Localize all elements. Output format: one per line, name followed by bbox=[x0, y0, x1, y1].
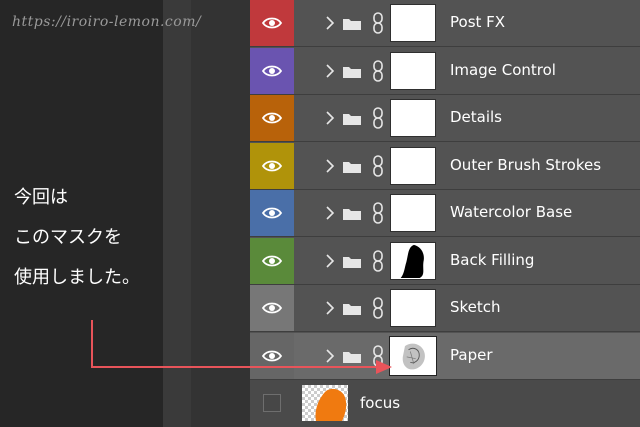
mask-thumbnail[interactable] bbox=[390, 289, 436, 327]
folder-icon bbox=[342, 349, 362, 363]
visibility-checkbox[interactable] bbox=[263, 394, 281, 412]
layer-color-tag[interactable] bbox=[250, 0, 294, 46]
layer-row-focus[interactable]: focus bbox=[250, 380, 640, 427]
layer-color-tag[interactable] bbox=[250, 332, 294, 379]
eye-icon[interactable] bbox=[261, 110, 283, 126]
eye-icon[interactable] bbox=[261, 253, 283, 269]
link-chain-icon[interactable] bbox=[372, 297, 384, 319]
chevron-right-icon[interactable] bbox=[325, 205, 335, 221]
link-chain-icon[interactable] bbox=[372, 59, 384, 82]
eye-icon[interactable] bbox=[261, 300, 283, 316]
layer-name: Image Control bbox=[450, 60, 556, 79]
watermark: https://iroiro-lemon.com/ bbox=[12, 14, 202, 30]
folder-icon bbox=[342, 254, 362, 268]
folder-icon bbox=[342, 111, 362, 125]
layer-color-tag[interactable] bbox=[250, 47, 294, 94]
link-chain-icon[interactable] bbox=[372, 12, 384, 34]
panel-divider bbox=[163, 0, 191, 427]
layer-row[interactable]: Watercolor Base bbox=[250, 190, 640, 237]
layer-name: focus bbox=[360, 394, 401, 412]
eye-icon[interactable] bbox=[261, 63, 283, 79]
mask-thumbnail[interactable] bbox=[390, 194, 436, 232]
layer-color-tag[interactable] bbox=[250, 285, 294, 331]
folder-icon bbox=[342, 206, 362, 220]
mask-thumbnail[interactable] bbox=[390, 4, 436, 42]
mask-thumbnail[interactable] bbox=[389, 335, 437, 376]
chevron-right-icon[interactable] bbox=[325, 348, 335, 364]
layer-name: Outer Brush Strokes bbox=[450, 155, 602, 174]
layer-color-tag[interactable] bbox=[250, 95, 294, 141]
layer-row[interactable]: Paper bbox=[250, 332, 640, 380]
note-line-1: 今回は bbox=[14, 187, 68, 208]
folder-icon bbox=[342, 64, 362, 78]
layer-thumbnail bbox=[302, 385, 348, 421]
chevron-right-icon[interactable] bbox=[325, 253, 335, 269]
link-chain-icon[interactable] bbox=[372, 154, 384, 177]
layer-color-tag[interactable] bbox=[250, 190, 294, 236]
panel-gutter bbox=[191, 0, 250, 427]
layer-name: Details bbox=[450, 108, 503, 126]
mask-thumbnail[interactable] bbox=[390, 51, 436, 90]
mask-thumbnail[interactable] bbox=[390, 99, 436, 137]
note-line-2: このマスクを bbox=[14, 227, 122, 248]
link-chain-icon[interactable] bbox=[372, 107, 384, 129]
chevron-right-icon[interactable] bbox=[325, 300, 335, 316]
layer-name: Post FX bbox=[450, 13, 506, 31]
eye-icon[interactable] bbox=[261, 205, 283, 221]
note-line-3: 使用しました。 bbox=[14, 267, 140, 288]
layer-row[interactable]: Back Filling bbox=[250, 237, 640, 285]
eye-icon[interactable] bbox=[261, 348, 283, 364]
layer-name: Watercolor Base bbox=[450, 203, 573, 221]
chevron-right-icon[interactable] bbox=[325, 158, 335, 174]
layer-row[interactable]: Sketch bbox=[250, 285, 640, 332]
chevron-right-icon[interactable] bbox=[325, 15, 335, 31]
eye-icon[interactable] bbox=[261, 158, 283, 174]
layer-color-tag[interactable] bbox=[250, 237, 294, 284]
chevron-right-icon[interactable] bbox=[325, 63, 335, 79]
layer-row[interactable]: Post FX bbox=[250, 0, 640, 47]
link-chain-icon[interactable] bbox=[372, 249, 384, 272]
layer-name: Back Filling bbox=[450, 250, 535, 269]
link-chain-icon[interactable] bbox=[372, 344, 384, 367]
folder-icon bbox=[342, 159, 362, 173]
eye-icon[interactable] bbox=[261, 15, 283, 31]
layer-row[interactable]: Image Control bbox=[250, 47, 640, 95]
link-chain-icon[interactable] bbox=[372, 202, 384, 224]
folder-icon bbox=[342, 301, 362, 315]
layer-name: Sketch bbox=[450, 298, 501, 316]
chevron-right-icon[interactable] bbox=[325, 110, 335, 126]
layer-row[interactable]: Outer Brush Strokes bbox=[250, 142, 640, 190]
layer-row[interactable]: Details bbox=[250, 95, 640, 142]
annotation-note: 今回は このマスクを 使用しました。 bbox=[14, 178, 140, 298]
folder-icon bbox=[342, 16, 362, 30]
layer-name: Paper bbox=[450, 345, 493, 364]
mask-thumbnail[interactable] bbox=[390, 241, 436, 280]
layer-color-tag[interactable] bbox=[250, 142, 294, 189]
mask-thumbnail[interactable] bbox=[390, 146, 436, 185]
layers-panel: Post FX Image Control Details Outer Brush S… bbox=[250, 0, 640, 427]
